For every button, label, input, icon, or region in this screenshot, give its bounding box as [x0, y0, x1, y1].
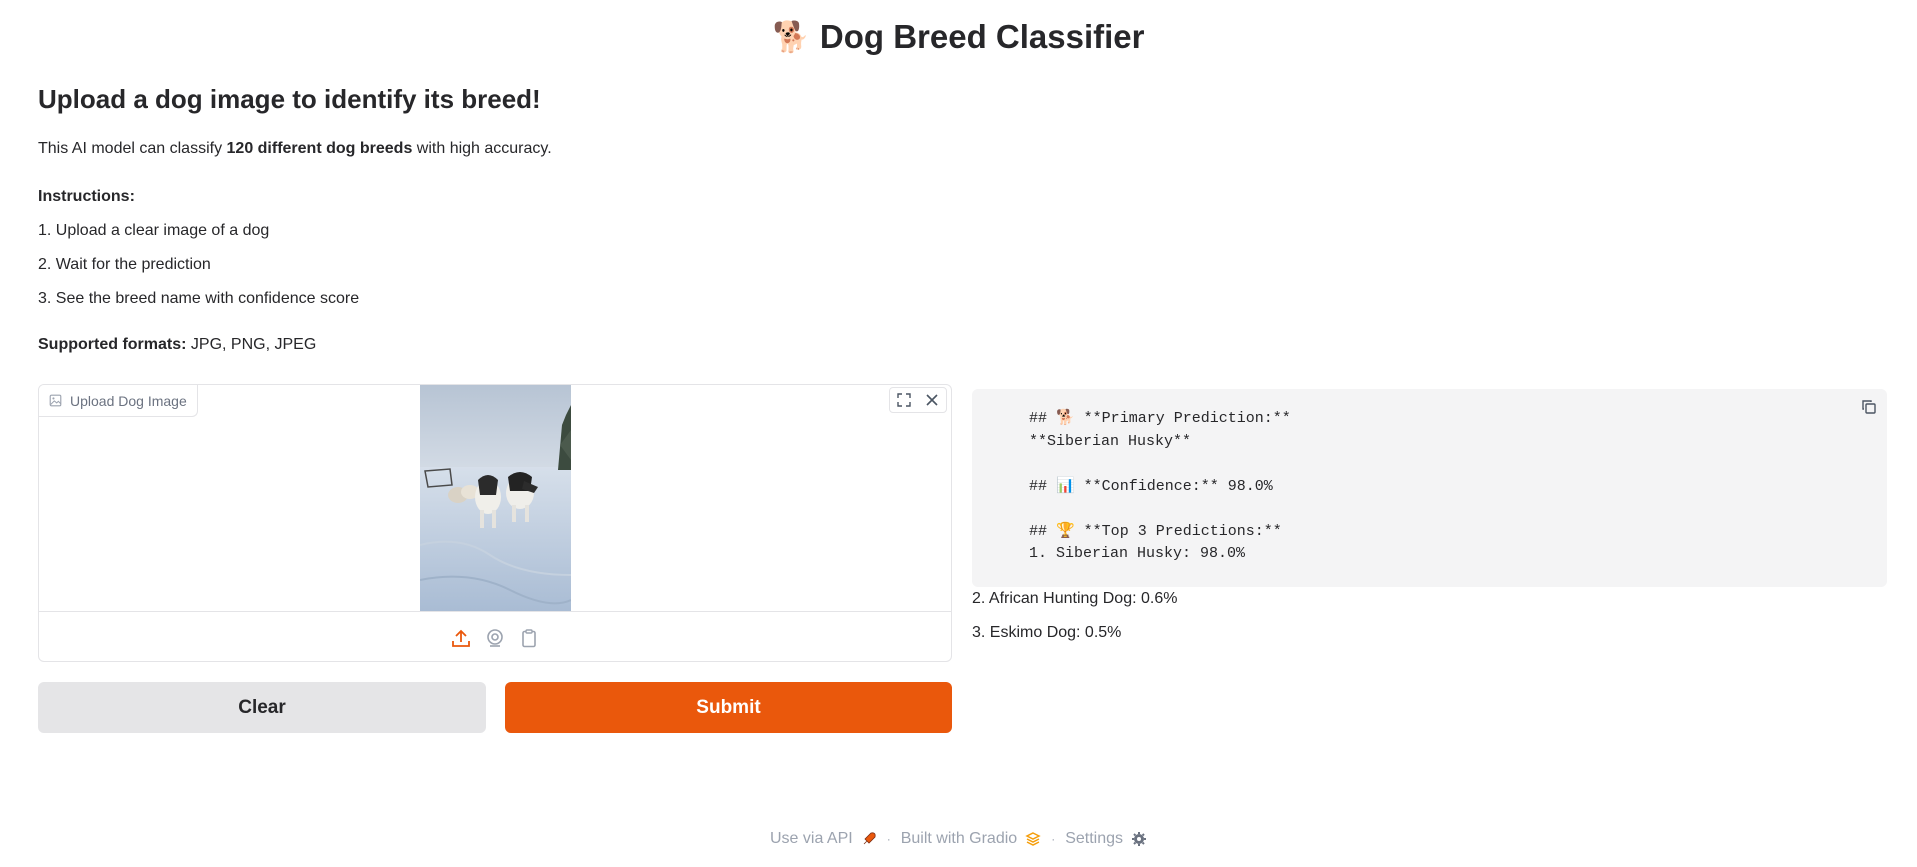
fullscreen-icon[interactable] — [890, 388, 918, 412]
dog-image — [420, 385, 571, 611]
formats-label: Supported formats: — [38, 336, 187, 353]
prediction-output-code: ## 🐕 **Primary Prediction:** **Siberian … — [972, 389, 1887, 587]
rocket-icon — [863, 832, 876, 845]
upload-icon[interactable] — [449, 626, 473, 650]
supported-formats: Supported formats: JPG, PNG, JPEG — [38, 335, 938, 355]
clear-button[interactable]: Clear — [38, 682, 486, 733]
prediction-item: 3. Eskimo Dog: 0.5% — [972, 624, 1122, 641]
copy-icon[interactable] — [1855, 395, 1883, 419]
desc-suffix: with high accuracy. — [412, 140, 552, 157]
settings-link-text: Settings — [1065, 830, 1123, 847]
gradio-link-text: Built with Gradio — [900, 830, 1018, 847]
desc-prefix: This AI model can classify — [38, 140, 227, 157]
clipboard-icon[interactable] — [517, 626, 541, 650]
upload-source-bar — [39, 611, 951, 661]
webcam-icon[interactable] — [483, 626, 507, 650]
upload-label: Upload Dog Image — [39, 385, 198, 417]
formats-value: JPG, PNG, JPEG — [186, 336, 317, 353]
page-title: Dog Breed Classifier — [819, 18, 1145, 55]
instruction-step: 2. Wait for the prediction — [38, 256, 211, 273]
desc-bold: 120 different dog breeds — [226, 140, 413, 157]
use-via-api-link[interactable]: Use via API — [770, 830, 877, 848]
instruction-step: 1. Upload a clear image of a dog — [38, 222, 270, 239]
image-preview-area — [39, 385, 951, 611]
close-icon[interactable] — [918, 388, 946, 412]
intro-description: This AI model can classify 120 different… — [38, 139, 938, 159]
prediction-extra-list: 2. African Hunting Dog: 0.6% 3. Eskimo D… — [972, 589, 1177, 657]
footer-separator: · — [886, 832, 891, 846]
intro-section: Upload a dog image to identify its breed… — [38, 84, 938, 355]
gear-icon — [1132, 832, 1146, 846]
app-title: 🐕 Dog Breed Classifier — [0, 18, 1917, 56]
image-upload-box[interactable]: Upload Dog Image — [38, 384, 952, 662]
prediction-code-text: ## 🐕 **Primary Prediction:** **Siberian … — [1029, 410, 1291, 562]
footer: Use via API · Built with Gradio · Settin… — [0, 830, 1917, 848]
gradio-logo-icon — [1025, 832, 1041, 846]
prediction-item: 2. African Hunting Dog: 0.6% — [972, 590, 1178, 607]
footer-separator: · — [1051, 832, 1056, 846]
built-with-gradio-link[interactable]: Built with Gradio — [901, 830, 1042, 848]
settings-link[interactable]: Settings — [1065, 830, 1147, 848]
image-toolbar — [889, 387, 947, 413]
dog-emoji-icon: 🐕 — [772, 20, 810, 54]
submit-button[interactable]: Submit — [505, 682, 952, 733]
upload-label-text: Upload Dog Image — [70, 392, 187, 409]
intro-heading: Upload a dog image to identify its breed… — [38, 84, 541, 114]
instructions-heading: Instructions: — [38, 188, 135, 205]
image-icon — [49, 394, 62, 407]
instruction-step: 3. See the breed name with confidence sc… — [38, 290, 360, 307]
api-link-text: Use via API — [769, 830, 853, 847]
